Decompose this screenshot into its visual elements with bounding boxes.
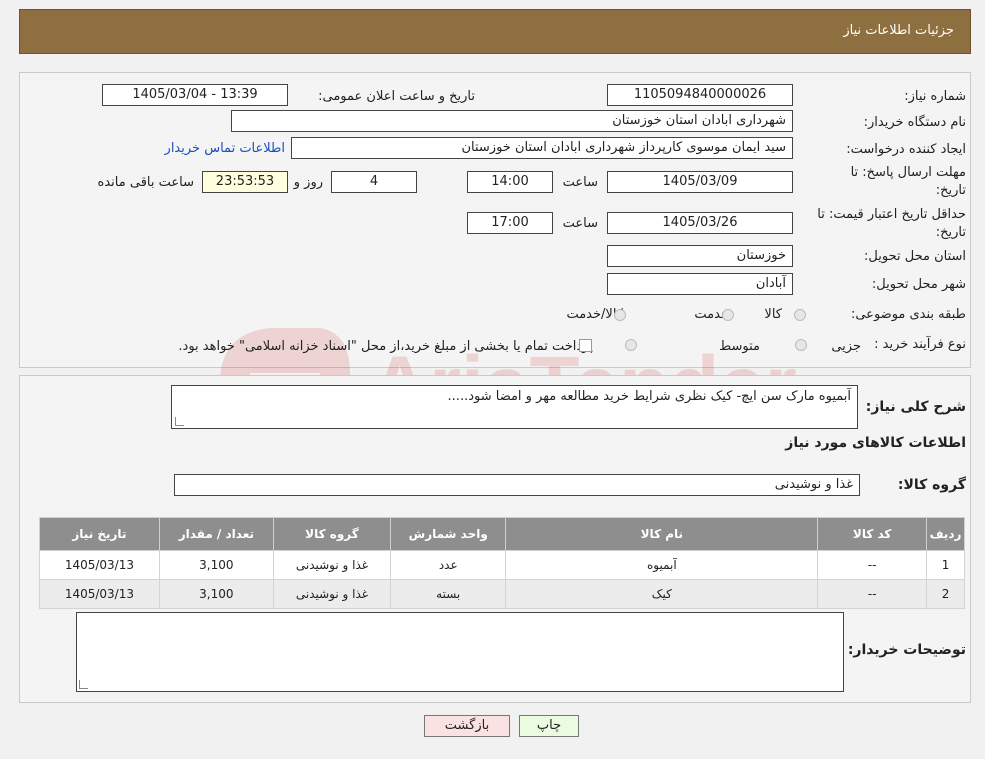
col-code-header: کد کالا	[817, 517, 928, 551]
validity-label: حداقل تاریخ اعتبار قیمت: تا	[817, 207, 966, 222]
summary-label: شرح کلی نیاز:	[865, 399, 966, 415]
goods-group: غذا و نوشیدنی	[272, 579, 392, 609]
resize-grip-icon[interactable]	[175, 417, 184, 426]
need-number-field: 1105094840000026	[607, 84, 793, 106]
goods-name: کیک	[505, 579, 819, 609]
process-radio-medium[interactable]	[625, 339, 637, 351]
city-label: شهر محل تحویل:	[871, 277, 966, 292]
city-field: آبادان	[607, 273, 793, 295]
process-label: نوع فرآیند خرید :	[874, 337, 966, 352]
announce-field: 1405/03/04 - 13:39	[102, 84, 288, 106]
need-info-panel: AriaTender.neT شماره نیاز: 1105094840000…	[19, 72, 971, 431]
goods-section-title: اطلاعات کالاهای مورد نیاز	[785, 435, 966, 451]
province-field: خوزستان	[607, 245, 793, 267]
row-number: 2	[926, 579, 965, 609]
goods-code: --	[817, 579, 928, 609]
process-option-minor: جزیی	[831, 339, 861, 354]
page-title: جزئیات اطلاعات نیاز	[843, 23, 954, 38]
remaining-label: ساعت باقی مانده	[97, 175, 194, 190]
buyer-org-label: نام دستگاه خریدار:	[863, 115, 966, 130]
goods-quantity: 3,100	[158, 579, 274, 609]
col-group-header: گروه کالا	[272, 517, 392, 551]
table-row[interactable]: 1 -- آبمیوه عدد غذا و نوشیدنی 3,100 1405…	[39, 550, 965, 580]
announce-label: تاریخ و ساعت اعلان عمومی:	[318, 89, 475, 104]
payment-checkbox[interactable]	[579, 339, 592, 352]
row-number: 1	[926, 550, 965, 580]
goods-code: --	[817, 550, 928, 580]
col-row-header: ردیف	[926, 517, 965, 551]
col-name-header: نام کالا	[505, 517, 819, 551]
col-unit-header: واحد شمارش	[390, 517, 507, 551]
need-number-label: شماره نیاز:	[904, 89, 966, 104]
resize-grip-icon[interactable]	[79, 680, 88, 689]
goods-group-label: گروه کالا:	[897, 477, 966, 493]
summary-field: آبمیوه مارک سن ایچ- کیک نظری شرایط خرید …	[171, 385, 858, 429]
province-label: استان محل تحویل:	[864, 249, 966, 264]
goods-table: ردیف کد کالا نام کالا واحد شمارش گروه کا…	[39, 517, 965, 609]
deadline-time-field: 14:00	[467, 171, 553, 193]
col-date-header: تاریخ نیاز	[39, 517, 160, 551]
buyer-contact-link[interactable]: اطلاعات تماس خریدار	[165, 141, 285, 156]
category-radio-goods[interactable]	[794, 309, 806, 321]
goods-group: غذا و نوشیدنی	[272, 550, 392, 580]
category-option-goods: کالا	[764, 307, 782, 322]
days-field: 4	[331, 171, 417, 193]
table-header-row: ردیف کد کالا نام کالا واحد شمارش گروه کا…	[39, 517, 965, 551]
deadline-label-2: تاریخ:	[935, 183, 966, 198]
deadline-label: مهلت ارسال پاسخ: تا	[850, 165, 966, 180]
deadline-time-label: ساعت	[562, 175, 598, 190]
print-button[interactable]: چاپ	[519, 715, 579, 737]
remaining-time-field: 23:53:53	[202, 171, 288, 193]
process-option-medium: متوسط	[719, 339, 760, 354]
creator-field: سید ایمان موسوی کارپرداز شهرداری ابادان …	[291, 137, 793, 159]
table-row[interactable]: 2 -- کیک بسته غذا و نوشیدنی 3,100 1405/0…	[39, 579, 965, 609]
process-radio-minor[interactable]	[795, 339, 807, 351]
validity-date-field: 1405/03/26	[607, 212, 793, 234]
goods-quantity: 3,100	[158, 550, 274, 580]
category-label: طبقه بندی موضوعی:	[850, 307, 966, 322]
validity-label-2: تاریخ:	[935, 225, 966, 240]
goods-unit: بسته	[390, 579, 507, 609]
category-radio-goods-service[interactable]	[614, 309, 626, 321]
need-date: 1405/03/13	[39, 550, 160, 580]
validity-time-label: ساعت	[562, 216, 598, 231]
payment-note: پرداخت تمام یا بخشی از مبلغ خرید،از محل …	[178, 339, 593, 354]
buyer-notes-field	[76, 612, 844, 692]
goods-group-field: غذا و نوشیدنی	[174, 474, 860, 496]
col-qty-header: تعداد / مقدار	[158, 517, 274, 551]
creator-label: ایجاد کننده درخواست:	[846, 142, 966, 157]
back-button[interactable]: بازگشت	[424, 715, 510, 737]
validity-time-field: 17:00	[467, 212, 553, 234]
deadline-date-field: 1405/03/09	[607, 171, 793, 193]
goods-name: آبمیوه	[505, 550, 819, 580]
buyer-notes-label: توضیحات خریدار:	[847, 642, 966, 658]
buyer-org-field: شهرداری ابادان استان خوزستان	[231, 110, 793, 132]
category-radio-service[interactable]	[722, 309, 734, 321]
page-header: جزئیات اطلاعات نیاز	[19, 9, 971, 54]
days-label: روز و	[293, 175, 323, 190]
need-date: 1405/03/13	[39, 579, 160, 609]
goods-unit: عدد	[390, 550, 507, 580]
